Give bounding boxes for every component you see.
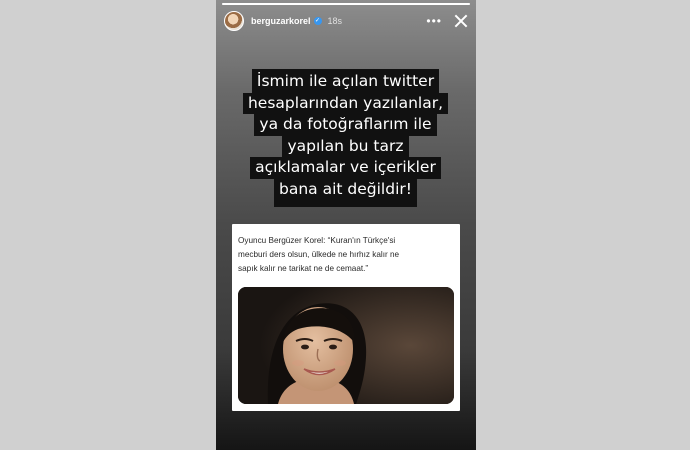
verified-check-icon: ✓	[313, 17, 322, 25]
statement-text: İsmim ile açılan twitter hesaplarından y…	[238, 69, 453, 207]
username[interactable]: berguzarkorel	[251, 16, 311, 26]
story-progress-fill	[222, 3, 470, 5]
post-photo	[238, 287, 454, 404]
quote-line: Oyuncu Bergüzer Korel: “Kuran'ın Türkçe'…	[238, 236, 396, 245]
story-header: berguzarkorel ✓ 18s •••	[224, 11, 468, 31]
quote-line: sapık kalır ne tarikat ne de cemaat.”	[238, 264, 369, 273]
statement-line: yapılan bu tarz	[282, 135, 409, 158]
portrait-image	[238, 287, 454, 404]
story-viewer[interactable]: berguzarkorel ✓ 18s ••• İsmim ile açılan…	[216, 0, 476, 450]
post-quote: Oyuncu Bergüzer Korel: “Kuran'ın Türkçe'…	[238, 234, 454, 276]
statement-line: bana ait değildir!	[274, 178, 417, 207]
quote-line: mecburi ders olsun, ülkede ne hırhız kal…	[238, 250, 400, 259]
more-horizontal-icon[interactable]: •••	[426, 14, 442, 28]
avatar[interactable]	[224, 11, 244, 31]
statement-line: ya da fotoğraflarım ile	[254, 114, 437, 136]
shared-post-card[interactable]: Oyuncu Bergüzer Korel: “Kuran'ın Türkçe'…	[232, 224, 460, 411]
story-progress-bar	[222, 3, 470, 5]
close-icon[interactable]	[454, 14, 468, 28]
story-time: 18s	[327, 16, 343, 26]
statement-line: hesaplarından yazılanlar,	[242, 92, 448, 115]
statement-line: açıklamalar ve içerikler	[250, 157, 441, 179]
statement-line: İsmim ile açılan twitter	[251, 69, 440, 93]
